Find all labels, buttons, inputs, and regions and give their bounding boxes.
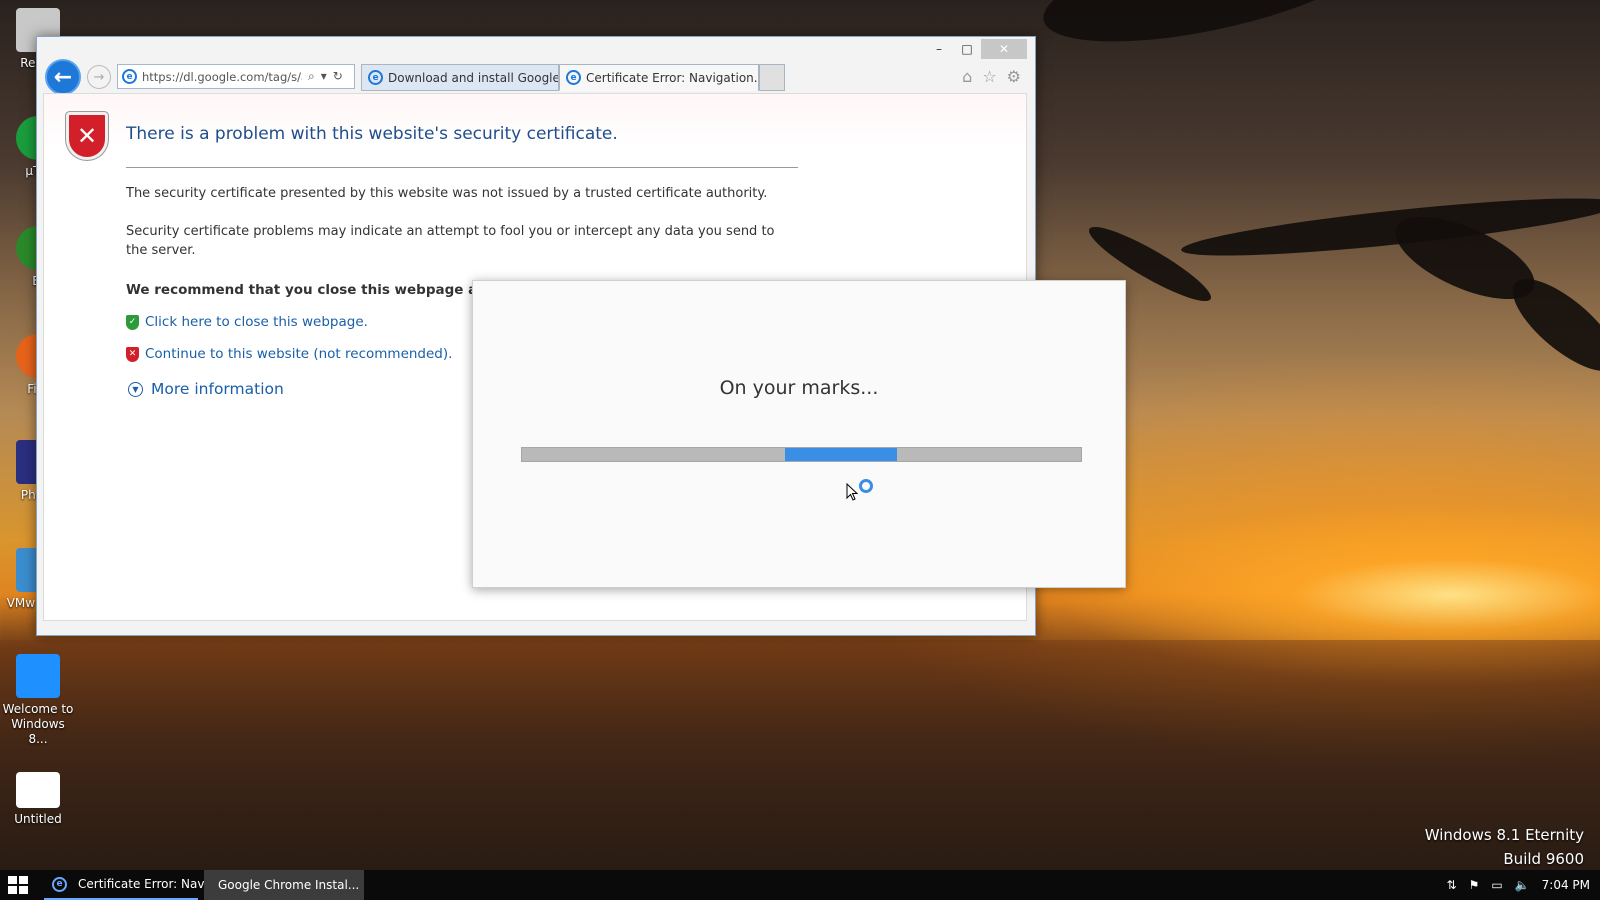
taskbar-item-installer[interactable]: Google Chrome Instal... [204,870,364,900]
close-webpage-label: Click here to close this webpage. [145,314,368,330]
green-shield-icon: ✓ [126,314,139,330]
arrow-left-icon: ← [53,64,73,90]
new-tab-button[interactable] [759,64,785,91]
search-icon[interactable]: ⌕ [308,69,315,84]
tab-certificate-error[interactable]: e Certificate Error: Navigation... ✕ [559,64,759,91]
ie-icon: e [368,70,383,85]
flag-icon[interactable]: ⚑ [1469,878,1480,892]
desktop-icon-welcome[interactable]: Welcome to Windows 8... [0,654,76,747]
arrow-right-icon: → [93,69,105,85]
ie-icon: e [122,69,137,84]
tab-download-chrome[interactable]: e Download and install Google C... [361,64,559,91]
refresh-icon[interactable]: ↻ [333,69,343,84]
certificate-explanation: The security certificate presented by th… [126,186,768,201]
page-title: There is a problem with this website's s… [126,124,618,144]
continue-label: Continue to this website (not recommende… [145,346,453,362]
ie-icon: e [52,876,67,892]
sea-reflection [0,640,1600,870]
palm-frond [1499,264,1600,386]
more-information-label: More information [151,380,284,398]
system-tray: ⇅ ⚑ ▭ 🔈 7:04 PM [1447,870,1590,900]
recommendation-text: We recommend that you close this webpage… [126,282,521,298]
installer-status-text: On your marks... [719,377,879,399]
forward-button[interactable]: → [87,65,111,89]
windows-logo-icon [8,886,17,894]
taskbar-item-ie[interactable]: e Certificate Error: Navi... [44,870,219,900]
toolbar-right: ⌂ ☆ ⚙ [962,67,1021,86]
ie-icon: e [566,70,581,85]
back-button[interactable]: ← [45,59,81,95]
os-edition-watermark: Windows 8.1 Eternity [1424,826,1584,844]
favorites-star-icon[interactable]: ☆ [982,67,996,86]
palm-frond [1034,0,1386,65]
dropdown-icon[interactable]: ▾ [321,69,327,84]
speaker-muted-icon[interactable]: 🔈 [1515,878,1530,892]
busy-spinner-icon [859,479,873,493]
windows-logo-icon [8,876,17,884]
windows-logo-icon [16,654,60,698]
close-webpage-link[interactable]: ✓ Click here to close this webpage. [126,314,368,330]
divider [126,167,798,168]
mouse-cursor-icon [846,483,859,501]
os-build-watermark: Build 9600 [1503,850,1584,868]
red-shield-icon: ✕ [126,346,139,362]
installer-dialog: On your marks... [472,280,1126,588]
progress-bar [521,447,1082,462]
security-shield-error-icon: ✕ [66,112,108,160]
desktop-icon-label: Welcome to Windows 8... [2,702,74,746]
navigation-bar: ← → e https://dl.google.com/tag/s/a ⌕ ▾ … [37,55,1035,95]
network-share-icon[interactable]: ⇅ [1447,878,1457,892]
tab-label: Certificate Error: Navigation... [586,70,759,85]
address-bar[interactable]: e https://dl.google.com/tag/s/a ⌕ ▾ ↻ [117,64,355,89]
home-icon[interactable]: ⌂ [962,67,972,86]
monitor-network-icon[interactable]: ▭ [1491,878,1502,892]
taskbar-item-label: Certificate Error: Navi... [78,877,220,891]
palm-frond [1179,187,1600,267]
clock[interactable]: 7:04 PM [1542,878,1590,892]
chevron-down-icon: ▼ [128,381,143,397]
start-button[interactable] [8,876,28,894]
desktop-icon-untitled[interactable]: Untitled [0,772,76,827]
more-information-toggle[interactable]: ▼ More information [128,380,284,398]
gear-icon[interactable]: ⚙ [1007,67,1021,86]
certificate-warning: Security certificate problems may indica… [126,224,775,258]
desktop-icon-label: Untitled [14,812,62,826]
taskbar: e Certificate Error: Navi... Google Chro… [0,870,1600,900]
tab-label: Download and install Google C... [388,70,559,85]
windows-logo-icon [19,886,28,894]
blank-document-icon [16,772,60,808]
address-url[interactable]: https://dl.google.com/tag/s/a [142,70,302,84]
continue-link[interactable]: ✕ Continue to this website (not recommen… [126,346,452,362]
windows-logo-icon [19,876,28,884]
taskbar-item-label: Google Chrome Instal... [218,878,360,892]
progress-fill [784,448,897,461]
